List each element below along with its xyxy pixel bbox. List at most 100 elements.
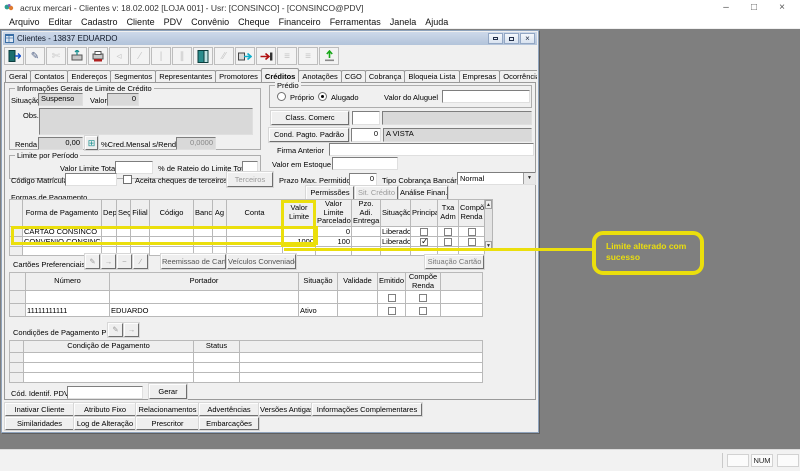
menu-ferramentas[interactable]: Ferramentas — [330, 17, 381, 27]
veiculos-conveniados-button[interactable]: Veículos Conveniados — [227, 254, 296, 269]
fp-row2-forma[interactable]: CONVENIO CONSINCO — [22, 235, 102, 247]
minimize-icon[interactable]: – — [712, 0, 740, 15]
condicoes-pdv-label: Condições de Pagamento PDV — [13, 328, 117, 337]
tipo-cobranca-dropdown[interactable]: Normal ▼ — [457, 172, 536, 185]
valor-estoque-field[interactable] — [332, 157, 398, 170]
cond-pagto-code-field[interactable]: 0 — [351, 128, 381, 142]
atributo-fixo-button[interactable]: Atributo Fixo — [74, 403, 136, 416]
cards-row1-compoe-checkbox[interactable] — [419, 293, 427, 302]
situacao-cartao-button[interactable]: Situação Cartão — [425, 255, 484, 269]
tab-bloqueia-lista[interactable]: Bloqueia Lista — [404, 70, 460, 82]
clientes-window: Clientes - 13837 EDUARDO × ✎ ✄ ◃ ∕ | ∥ ∕… — [1, 30, 539, 433]
next-record-button: | — [151, 47, 171, 65]
permissoes-button[interactable]: Permissões — [306, 186, 354, 200]
class-comerc-button[interactable]: Class. Comerc — [271, 111, 349, 125]
app-title: acrux mercari - Clientes v: 18.02.002 [L… — [20, 2, 364, 13]
proprio-radio[interactable] — [277, 92, 286, 101]
alugado-radio[interactable] — [318, 92, 327, 101]
tab-cgo[interactable]: CGO — [340, 70, 366, 82]
child-close-icon[interactable]: × — [520, 33, 535, 44]
inativar-cliente-button[interactable]: Inativar Cliente — [5, 403, 74, 416]
child-restore-icon[interactable] — [504, 33, 519, 44]
maximize-icon[interactable]: □ — [740, 0, 768, 15]
tab-anotacoes[interactable]: Anotações — [298, 70, 342, 82]
log-alteracao-button[interactable]: Log de Alteração — [74, 417, 136, 430]
fp-row2-compoe-checkbox[interactable] — [467, 237, 476, 246]
menu-pdv[interactable]: PDV — [164, 17, 183, 27]
exit-button[interactable] — [4, 47, 24, 65]
valor-aluguel-field[interactable] — [442, 90, 530, 103]
transfer-in-button[interactable] — [235, 47, 255, 65]
fp-row2-txa-checkbox[interactable] — [444, 237, 452, 246]
tab-segmentos[interactable]: Segmentos — [110, 70, 157, 82]
valor-limite-total-label: Valor Limite Total — [60, 164, 117, 173]
valor-limite-total-field[interactable] — [115, 161, 153, 174]
tab-representantes[interactable]: Representantes — [155, 70, 217, 82]
pdv-edit-button: ✎ — [108, 323, 123, 337]
menu-financeiro[interactable]: Financeiro — [279, 17, 321, 27]
prazo-max-field[interactable]: 0 — [349, 173, 377, 186]
cards-row1-emitido-checkbox[interactable] — [387, 293, 396, 302]
fp-row1-forma[interactable]: CARTAO CONSINCO — [22, 225, 102, 237]
menu-cheque[interactable]: Cheque — [238, 17, 270, 27]
pdv-header-status: Status — [193, 340, 240, 353]
firma-anterior-field[interactable] — [329, 143, 534, 156]
renda-calc-button[interactable]: ⊞ — [85, 136, 98, 150]
advertencias-button[interactable]: Advertências — [199, 403, 259, 416]
fp-row1-compoe-checkbox[interactable] — [467, 227, 476, 236]
menu-editar[interactable]: Editar — [49, 17, 73, 27]
menu-ajuda[interactable]: Ajuda — [425, 17, 448, 27]
similaridades-button[interactable]: Similaridades — [5, 417, 74, 430]
tipo-cobranca-label: Tipo Cobrança Bancária — [382, 176, 463, 185]
scroll-up-icon[interactable]: ▲ — [485, 200, 492, 209]
print-button[interactable] — [88, 47, 108, 65]
menu-cliente[interactable]: Cliente — [127, 17, 155, 27]
scroll-down-icon[interactable]: ▼ — [485, 241, 492, 250]
browse-button[interactable] — [193, 47, 213, 65]
menu-cadastro[interactable]: Cadastro — [81, 17, 118, 27]
fp-row2-principal-checkbox[interactable] — [420, 237, 429, 246]
aceita-cheques-checkbox[interactable] — [123, 175, 132, 184]
clientes-titlebar[interactable]: Clientes - 13837 EDUARDO × — [3, 32, 537, 45]
edit-button[interactable]: ✎ — [25, 47, 45, 65]
fp-table-scrollbar[interactable]: ▲ ▼ — [484, 199, 493, 251]
embarcacoes-button[interactable]: Embarcações — [199, 417, 259, 430]
close-icon[interactable]: × — [768, 0, 796, 15]
tab-cobranca[interactable]: Cobrança — [364, 70, 406, 82]
transfer-out-button[interactable] — [256, 47, 276, 65]
tab-geral[interactable]: Geral — [5, 70, 32, 82]
relacionamentos-button[interactable]: Relacionamentos — [136, 403, 199, 416]
cards-header-validade: Validade — [337, 271, 378, 292]
fp-row1-principal-checkbox[interactable] — [420, 227, 428, 236]
tab-empresas[interactable]: Empresas — [458, 70, 501, 82]
cards-row2-emitido-checkbox[interactable] — [387, 306, 396, 315]
table-row: 11111111111 EDUARDO Ativo — [9, 303, 483, 318]
tab-creditos[interactable]: Créditos — [260, 68, 300, 82]
cards-row2-numero[interactable]: 11111111111 — [25, 303, 110, 318]
child-minimize-icon[interactable] — [488, 33, 503, 44]
cod-identif-pdv-field[interactable] — [67, 386, 143, 399]
menu-arquivo[interactable]: Arquivo — [9, 17, 40, 27]
sit-credito-button: Sit. Crédito — [355, 186, 398, 200]
gerar-button[interactable]: Gerar — [149, 384, 187, 399]
tab-contatos[interactable]: Contatos — [30, 70, 69, 82]
tab-promotores[interactable]: Promotores — [215, 70, 262, 82]
informacoes-complementares-button[interactable]: Informações Complementares — [312, 403, 422, 416]
fp-row1-txa-checkbox[interactable] — [444, 227, 452, 236]
menu-janela[interactable]: Janela — [390, 17, 417, 27]
export-print-button[interactable] — [67, 47, 87, 65]
cond-pagto-button[interactable]: Cond. Pagto. Padrão — [269, 128, 349, 142]
tab-enderecos[interactable]: Endereços — [67, 70, 112, 82]
class-comerc-code-field[interactable] — [352, 111, 380, 125]
cards-row2-compoe-checkbox[interactable] — [419, 306, 427, 315]
versoes-antigas-button[interactable]: Versões Antigas — [259, 403, 312, 416]
prescritor-button[interactable]: Prescritor — [136, 417, 199, 430]
reemissao-cartao-button[interactable]: Reemissao de Cartão — [161, 254, 226, 269]
chevron-down-icon[interactable]: ▼ — [523, 173, 535, 184]
fp-header-valor-limite-parcelado: Valor Limite Parcelado — [315, 199, 352, 227]
upload-button[interactable] — [319, 47, 339, 65]
analise-finan-button[interactable]: Análise Finan. — [399, 186, 448, 200]
tab-ocorrencia[interactable]: Ocorrência — [499, 70, 537, 82]
cod-matricula-field[interactable] — [65, 173, 117, 186]
menu-convenio[interactable]: Convênio — [191, 17, 229, 27]
